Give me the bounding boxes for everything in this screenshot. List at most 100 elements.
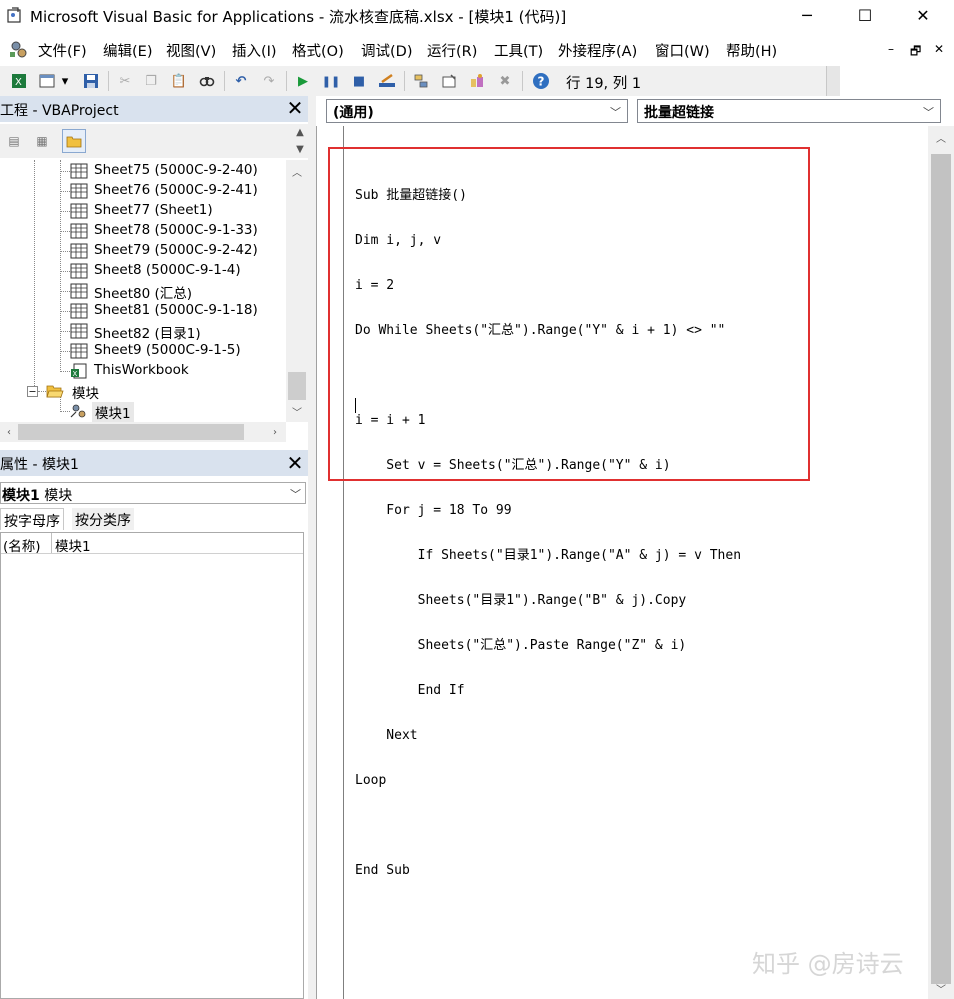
object-selector[interactable]: 模块1 模块 ﹀ bbox=[0, 482, 306, 504]
code-line: Loop bbox=[355, 773, 387, 788]
tree-item-label: ThisWorkbook bbox=[94, 362, 189, 378]
tree-item-thisworkbook[interactable]: X ThisWorkbook bbox=[0, 361, 286, 381]
object-combo[interactable]: (通用) ﹀ bbox=[326, 99, 628, 123]
worksheet-icon bbox=[70, 263, 88, 279]
scroll-up-icon[interactable]: ︿ bbox=[932, 128, 950, 146]
tab-categorized[interactable]: 按分类序 bbox=[72, 508, 134, 530]
paste-icon[interactable]: 📋 bbox=[168, 70, 190, 92]
module-icon bbox=[70, 404, 86, 418]
watermark: 知乎 @房诗云 bbox=[752, 950, 904, 978]
vb-components-icon[interactable] bbox=[8, 40, 30, 60]
run-icon[interactable]: ▶ bbox=[292, 70, 314, 92]
scroll-thumb[interactable] bbox=[288, 372, 306, 400]
svg-text:X: X bbox=[15, 77, 22, 88]
object-browser-icon[interactable] bbox=[466, 70, 488, 92]
tree-item-sheet81[interactable]: Sheet81 (5000C-9-1-18) bbox=[0, 301, 286, 321]
scroll-left-icon[interactable]: ‹ bbox=[0, 423, 18, 441]
menu-run[interactable]: 运行(R) bbox=[427, 40, 477, 61]
insert-module-icon[interactable] bbox=[36, 70, 58, 92]
view-code-icon[interactable]: ▤ bbox=[2, 129, 26, 153]
code-line: For j = 18 To 99 bbox=[355, 503, 512, 518]
tree-item-label: Sheet80 (汇总) bbox=[94, 286, 193, 302]
project-toolbar-scroll[interactable]: ▲ ▼ bbox=[294, 124, 308, 158]
menu-bar: 文件(F) 编辑(E) 视图(V) 插入(I) 格式(O) 调试(D) 运行(R… bbox=[0, 34, 954, 64]
menu-help[interactable]: 帮助(H) bbox=[726, 40, 777, 61]
cut-icon[interactable]: ✂ bbox=[114, 70, 136, 92]
tree-item-label: Sheet9 (5000C-9-1-5) bbox=[94, 342, 241, 358]
break-icon[interactable]: ❚❚ bbox=[320, 70, 342, 92]
worksheet-icon bbox=[70, 283, 88, 299]
find-icon[interactable] bbox=[196, 70, 218, 92]
menu-edit[interactable]: 编辑(E) bbox=[103, 40, 152, 61]
maximize-button[interactable]: ☐ bbox=[836, 0, 894, 31]
scroll-thumb[interactable] bbox=[931, 154, 951, 984]
mdi-minimize-button[interactable]: – bbox=[888, 42, 894, 56]
close-project-pane-button[interactable]: ✕ bbox=[284, 96, 306, 120]
minimize-button[interactable]: ─ bbox=[778, 0, 836, 31]
tree-item-label: Sheet82 (目录1) bbox=[94, 326, 201, 342]
menu-file[interactable]: 文件(F) bbox=[38, 40, 87, 61]
view-object-icon[interactable]: ▦ bbox=[30, 129, 54, 153]
menu-debug[interactable]: 调试(D) bbox=[361, 40, 412, 61]
scroll-thumb[interactable] bbox=[18, 424, 244, 440]
scroll-up-icon[interactable]: ︿ bbox=[288, 162, 306, 180]
redo-icon[interactable]: ↷ bbox=[258, 70, 280, 92]
cursor-position-status: 行 19, 列 1 bbox=[566, 76, 642, 92]
tree-item-sheet75[interactable]: Sheet75 (5000C-9-2-40) bbox=[0, 161, 286, 181]
help-icon[interactable]: ? bbox=[530, 70, 552, 92]
excel-view-icon[interactable]: X bbox=[8, 70, 30, 92]
menu-view[interactable]: 视图(V) bbox=[166, 40, 216, 61]
menu-format[interactable]: 格式(O) bbox=[292, 40, 344, 61]
dropdown-icon[interactable]: ▾ bbox=[58, 70, 72, 92]
close-button[interactable]: ✕ bbox=[894, 0, 952, 31]
project-tree-vscroll[interactable]: ︿ ﹀ bbox=[286, 160, 308, 422]
scroll-up-icon[interactable]: ▲ bbox=[292, 124, 308, 140]
project-tree-hscroll[interactable]: ‹ › bbox=[0, 422, 286, 442]
collapse-icon[interactable] bbox=[27, 386, 38, 397]
pane-splitter[interactable] bbox=[308, 96, 316, 999]
mdi-close-button[interactable]: ✕ bbox=[934, 42, 944, 56]
tree-item-sheet78[interactable]: Sheet78 (5000C-9-1-33) bbox=[0, 221, 286, 241]
menu-window[interactable]: 窗口(W) bbox=[655, 40, 710, 61]
menu-insert[interactable]: 插入(I) bbox=[232, 40, 277, 61]
tree-item-sheet8[interactable]: Sheet8 (5000C-9-1-4) bbox=[0, 261, 286, 281]
close-properties-pane-button[interactable]: ✕ bbox=[284, 451, 306, 475]
tree-item-sheet79[interactable]: Sheet79 (5000C-9-2-42) bbox=[0, 241, 286, 261]
code-vscroll[interactable]: ︿ ﹀ bbox=[928, 126, 954, 999]
tree-item-sheet80[interactable]: Sheet80 (汇总) bbox=[0, 281, 286, 302]
properties-window-icon[interactable] bbox=[438, 70, 460, 92]
tree-folder-modules[interactable]: 模块 bbox=[0, 381, 286, 402]
undo-icon[interactable]: ↶ bbox=[230, 70, 252, 92]
save-icon[interactable] bbox=[80, 70, 102, 92]
code-line: Next bbox=[355, 728, 418, 743]
object-name: 模块1 bbox=[2, 488, 40, 504]
mdi-restore-button[interactable]: 🗗 bbox=[910, 42, 921, 63]
copy-icon[interactable]: ❐ bbox=[140, 70, 162, 92]
procedure-combo[interactable]: 批量超链接 ﹀ bbox=[637, 99, 941, 123]
menu-tools[interactable]: 工具(T) bbox=[494, 40, 543, 61]
reset-icon[interactable]: ■ bbox=[348, 70, 370, 92]
tab-alphabetic[interactable]: 按字母序 bbox=[0, 508, 64, 530]
tree-item-module1[interactable]: 模块1 bbox=[0, 401, 286, 422]
project-explorer-icon[interactable] bbox=[410, 70, 432, 92]
tree-item-sheet77[interactable]: Sheet77 (Sheet1) bbox=[0, 201, 286, 221]
project-pane-title: 工程 - VBAProject bbox=[0, 103, 119, 119]
tree-item-sheet76[interactable]: Sheet76 (5000C-9-2-41) bbox=[0, 181, 286, 201]
tree-item-label: 模块 bbox=[72, 386, 99, 402]
scroll-down-icon[interactable]: ﹀ bbox=[932, 979, 950, 997]
tree-item-sheet82[interactable]: Sheet82 (目录1) bbox=[0, 321, 286, 342]
scroll-down-icon[interactable]: ﹀ bbox=[288, 402, 306, 420]
design-mode-icon[interactable] bbox=[376, 70, 398, 92]
scroll-down-icon[interactable]: ▼ bbox=[292, 141, 308, 157]
toggle-folders-icon[interactable] bbox=[62, 129, 86, 153]
toolbar-overflow-button[interactable] bbox=[826, 66, 840, 96]
svg-text:?: ? bbox=[538, 75, 545, 89]
tree-item-label: Sheet79 (5000C-9-2-42) bbox=[94, 242, 258, 258]
scroll-right-icon[interactable]: › bbox=[266, 423, 284, 441]
toolbox-icon[interactable]: ✖ bbox=[494, 70, 516, 92]
menu-addins[interactable]: 外接程序(A) bbox=[558, 40, 637, 61]
worksheet-icon bbox=[70, 203, 88, 219]
object-type: 模块 bbox=[44, 488, 73, 504]
tree-item-sheet9[interactable]: Sheet9 (5000C-9-1-5) bbox=[0, 341, 286, 361]
property-value[interactable]: 模块1 bbox=[55, 535, 91, 555]
